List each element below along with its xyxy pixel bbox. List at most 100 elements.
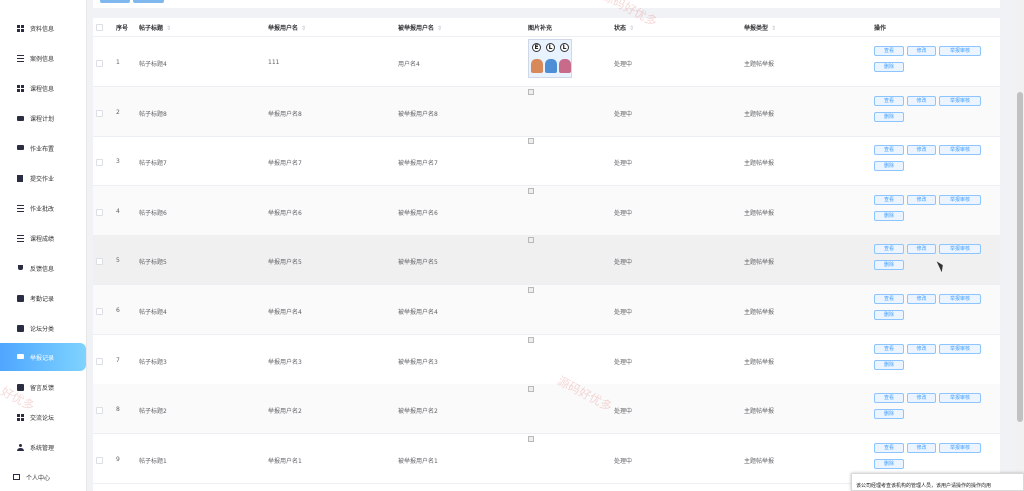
cell-status: 处理中 bbox=[614, 309, 633, 316]
edit-button[interactable]: 修改 bbox=[907, 294, 936, 304]
delete-button[interactable]: 删除 bbox=[874, 260, 904, 271]
review-button[interactable]: 举报审核 bbox=[939, 194, 981, 205]
delete-button[interactable]: 删除 bbox=[874, 161, 904, 172]
delete-button[interactable]: 删除 bbox=[874, 359, 904, 370]
scrollbar[interactable] bbox=[1016, 0, 1024, 491]
edit-button[interactable]: 修改 bbox=[907, 442, 936, 453]
table-row[interactable]: 2 帖子标题8 举报用户名8 被举报用户名8 处理中 主题帖举报 查看 修改 举报审核 删除 bbox=[93, 86, 1000, 137]
sort-icon[interactable]: ⇕ bbox=[166, 25, 171, 32]
row-checkbox[interactable] bbox=[96, 456, 103, 464]
row-checkbox[interactable] bbox=[96, 159, 103, 167]
row-checkbox[interactable] bbox=[96, 109, 103, 117]
cell-reported: 被举报用户名5 bbox=[398, 259, 438, 267]
sidebar-item-1[interactable]: 资料信息 bbox=[0, 14, 86, 42]
delete-button[interactable]: 删除 bbox=[874, 62, 904, 72]
table-row[interactable]: 5 帖子标题5 举报用户名5 被举报用户名5 处理中 主题帖举报 查看 修改 举报审核 删除 bbox=[93, 235, 1000, 286]
table-row[interactable]: 7 帖子标题3 举报用户名3 被举报用户名3 处理中 主题帖举报 查看 修改 举报审核 删除 bbox=[93, 335, 1000, 385]
row-checkbox[interactable] bbox=[96, 407, 103, 415]
delete-button[interactable]: 删除 bbox=[874, 210, 904, 221]
edit-button[interactable]: 修改 bbox=[907, 46, 936, 56]
sidebar-item-11[interactable]: 论坛分类 bbox=[0, 314, 86, 342]
view-button[interactable]: 查看 bbox=[874, 145, 904, 156]
row-checkbox[interactable] bbox=[96, 258, 103, 266]
review-button[interactable]: 举报审核 bbox=[939, 145, 981, 156]
view-button[interactable]: 查看 bbox=[874, 95, 904, 106]
sidebar-item-14[interactable]: 交流论坛 bbox=[0, 403, 86, 431]
sidebar-item-8[interactable]: 课程成绩 bbox=[0, 224, 86, 252]
scrollbar-thumb[interactable] bbox=[1017, 92, 1023, 422]
sidebar-item-6[interactable]: 提交作业 bbox=[0, 164, 86, 192]
delete-button[interactable]: 删除 bbox=[874, 111, 904, 122]
briefcase-icon bbox=[17, 115, 24, 122]
sidebar-item-4[interactable]: 课程计划 bbox=[0, 104, 86, 132]
sort-icon[interactable]: ⇕ bbox=[437, 25, 442, 32]
header-type[interactable]: 举报类型 ⇕ bbox=[744, 23, 776, 32]
broken-image-icon[interactable] bbox=[528, 187, 534, 194]
table-row[interactable]: 8 帖子标题2 举报用户名2 被举报用户名2 处理中 主题帖举报 查看 修改 举报审核 删除 bbox=[93, 384, 1000, 435]
sidebar-item-12[interactable]: 举报记录 bbox=[0, 343, 86, 371]
review-button[interactable]: 举报审核 bbox=[939, 244, 981, 255]
row-checkbox[interactable] bbox=[96, 60, 103, 67]
sidebar-item-3[interactable]: 课程信息 bbox=[0, 74, 86, 102]
header-reporter[interactable]: 举报用户名 ⇕ bbox=[268, 23, 306, 32]
toolbar-button-1[interactable] bbox=[100, 0, 130, 3]
sidebar-item-7[interactable]: 作业批改 bbox=[0, 194, 86, 222]
image-thumbnail[interactable]: ELL bbox=[528, 39, 572, 78]
view-button[interactable]: 查看 bbox=[874, 343, 904, 354]
table-header: 序号 帖子标题 ⇕ 举报用户名 ⇕ 被举报用户名 ⇕ 图片补充 状态 ⇕ 举报类型 ⇕ 操… bbox=[93, 18, 1000, 37]
view-button[interactable]: 查看 bbox=[874, 393, 904, 404]
sort-icon[interactable]: ⇕ bbox=[771, 25, 776, 32]
sidebar-item-10[interactable]: 考勤记录 bbox=[0, 284, 86, 312]
header-status[interactable]: 状态 ⇕ bbox=[614, 23, 634, 32]
broken-image-icon[interactable] bbox=[528, 386, 534, 393]
review-button[interactable]: 举报审核 bbox=[939, 393, 981, 404]
table-row[interactable]: 1 帖子标题4 111 用户名4 处理中 主题帖举报 E L L 查看 修改 举报审核 删除 bbox=[93, 37, 1000, 87]
edit-button[interactable]: 修改 bbox=[907, 343, 936, 354]
sidebar-item-2[interactable]: 案例信息 bbox=[0, 44, 86, 72]
edit-button[interactable]: 修改 bbox=[907, 194, 936, 205]
sidebar-item-16[interactable]: 个人中心 bbox=[0, 463, 86, 491]
view-button[interactable]: 查看 bbox=[874, 46, 904, 56]
review-button[interactable]: 举报审核 bbox=[939, 294, 981, 304]
delete-button[interactable]: 删除 bbox=[874, 458, 904, 469]
review-button[interactable]: 举报审核 bbox=[939, 442, 981, 453]
edit-button[interactable]: 修改 bbox=[907, 244, 936, 255]
table-row[interactable]: 3 帖子标题7 举报用户名7 被举报用户名7 处理中 主题帖举报 查看 修改 举报审核 删除 bbox=[93, 136, 1000, 187]
review-button[interactable]: 举报审核 bbox=[939, 95, 981, 106]
header-reported[interactable]: 被举报用户名 ⇕ bbox=[398, 23, 442, 32]
edit-button[interactable]: 修改 bbox=[907, 393, 936, 404]
sort-icon[interactable]: ⇕ bbox=[301, 25, 306, 32]
delete-button[interactable]: 删除 bbox=[874, 409, 904, 420]
report-table: 序号 帖子标题 ⇕ 举报用户名 ⇕ 被举报用户名 ⇕ 图片补充 状态 ⇕ 举报类型 ⇕ 操… bbox=[93, 18, 1000, 491]
table-row[interactable]: 6 帖子标题4 举报用户名4 被举报用户名4 处理中 主题帖举报 查看 修改 举报审核 删除 bbox=[93, 285, 1000, 335]
view-button[interactable]: 查看 bbox=[874, 442, 904, 453]
broken-image-icon[interactable] bbox=[528, 287, 534, 293]
broken-image-icon[interactable] bbox=[528, 435, 534, 442]
toolbar-button-2[interactable] bbox=[133, 0, 164, 3]
view-button[interactable]: 查看 bbox=[874, 294, 904, 304]
edit-button[interactable]: 修改 bbox=[907, 95, 936, 106]
thumbnail-letter: L bbox=[560, 43, 569, 52]
broken-image-icon[interactable] bbox=[528, 336, 534, 343]
review-button[interactable]: 举报审核 bbox=[939, 343, 981, 354]
broken-image-icon[interactable] bbox=[528, 237, 534, 244]
row-checkbox[interactable] bbox=[96, 357, 103, 365]
sidebar-item-label: 交流论坛 bbox=[30, 414, 55, 422]
broken-image-icon[interactable] bbox=[528, 88, 534, 95]
sort-icon[interactable]: ⇕ bbox=[629, 25, 634, 32]
view-button[interactable]: 查看 bbox=[874, 244, 904, 255]
sidebar-item-13[interactable]: 留言反馈 bbox=[0, 373, 86, 401]
view-button[interactable]: 查看 bbox=[874, 194, 904, 205]
broken-image-icon[interactable] bbox=[528, 138, 534, 145]
sidebar-item-5[interactable]: 作业布置 bbox=[0, 134, 86, 162]
sidebar-item-9[interactable]: 反馈信息 bbox=[0, 254, 86, 282]
review-button[interactable]: 举报审核 bbox=[939, 46, 981, 56]
header-title[interactable]: 帖子标题 ⇕ bbox=[139, 23, 171, 32]
row-checkbox[interactable] bbox=[96, 208, 103, 216]
row-checkbox[interactable] bbox=[96, 308, 103, 315]
delete-button[interactable]: 删除 bbox=[874, 310, 904, 320]
select-all-checkbox[interactable] bbox=[96, 24, 103, 31]
edit-button[interactable]: 修改 bbox=[907, 145, 936, 156]
table-row[interactable]: 4 帖子标题6 举报用户名6 被举报用户名6 处理中 主题帖举报 查看 修改 举报审核 删除 bbox=[93, 185, 1000, 236]
sidebar-item-15[interactable]: 系统管理 bbox=[0, 433, 86, 461]
